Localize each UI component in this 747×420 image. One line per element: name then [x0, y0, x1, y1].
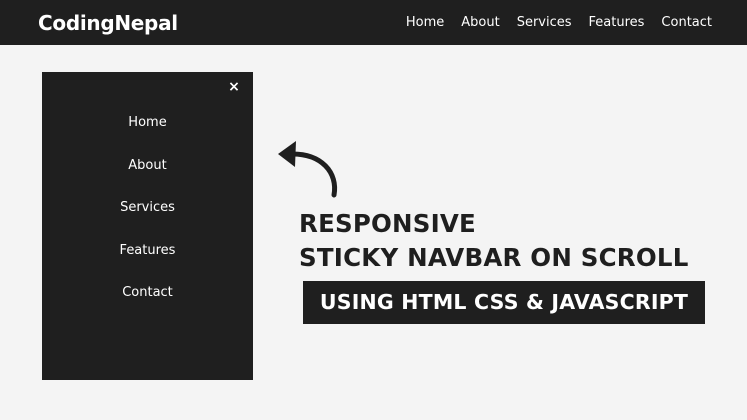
side-link-features[interactable]: Features	[120, 243, 176, 286]
side-link-about[interactable]: About	[128, 158, 166, 201]
side-link-home[interactable]: Home	[128, 115, 166, 158]
logo[interactable]: CodingNepal	[38, 11, 178, 35]
headline-line-1: RESPONSIVE	[299, 209, 476, 238]
curved-arrow-icon	[278, 141, 338, 198]
nav-link-contact[interactable]: Contact	[661, 15, 712, 30]
headline: RESPONSIVE STICKY NAVBAR ON SCROLL	[299, 207, 689, 275]
nav-link-features[interactable]: Features	[589, 15, 645, 30]
nav-link-home[interactable]: Home	[406, 15, 444, 30]
nav-link-about[interactable]: About	[461, 15, 499, 30]
side-menu-links: Home About Services Features Contact	[42, 115, 253, 328]
headline-line-2: STICKY NAVBAR ON SCROLL	[299, 243, 689, 272]
nav-link-services[interactable]: Services	[517, 15, 572, 30]
mobile-side-menu: × Home About Services Features Contact	[42, 72, 253, 380]
side-link-contact[interactable]: Contact	[122, 285, 173, 328]
nav-links: Home About Services Features Contact	[406, 15, 712, 30]
top-navbar: CodingNepal Home About Services Features…	[0, 0, 747, 45]
subtitle-banner: USING HTML CSS & JAVASCRIPT	[303, 281, 705, 324]
close-icon[interactable]: ×	[226, 79, 242, 95]
side-link-services[interactable]: Services	[120, 200, 175, 243]
